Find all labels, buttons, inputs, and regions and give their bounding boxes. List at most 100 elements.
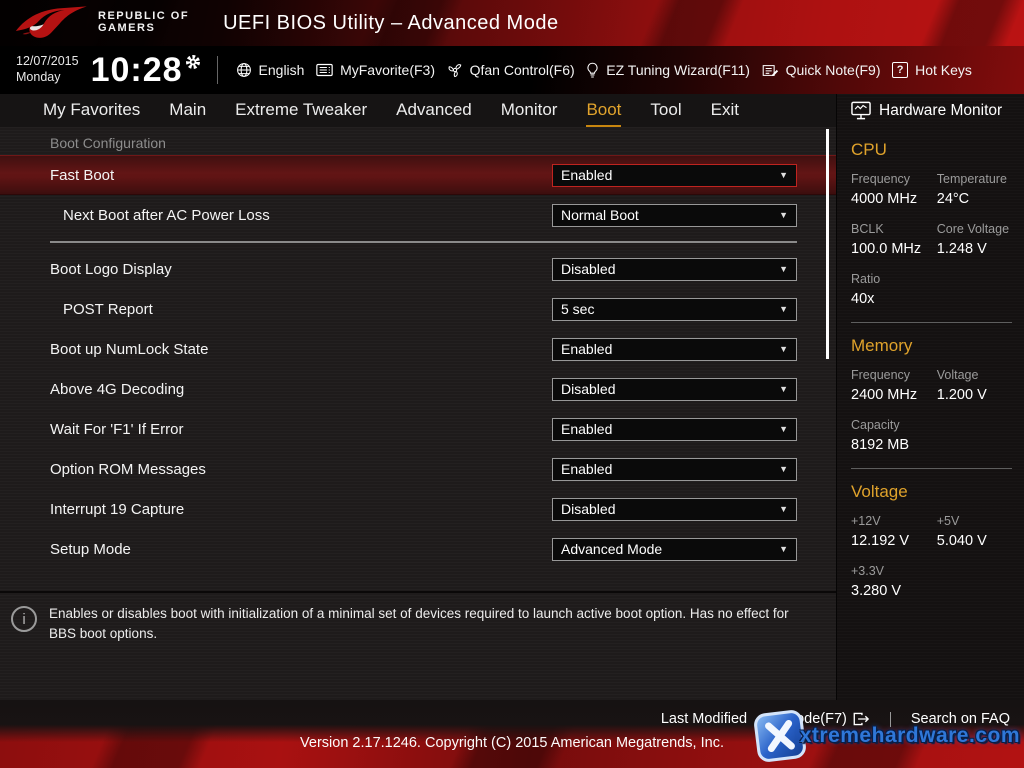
help-description-area: i Enables or disables boot with initiali… — [0, 591, 836, 655]
above-4g-decoding-select[interactable]: Disabled ▼ — [552, 378, 797, 401]
quick-note-button[interactable]: Quick Note(F9) — [762, 62, 881, 78]
page-title: UEFI BIOS Utility – Advanced Mode — [223, 12, 559, 35]
watermark-text: xtremehardware.com — [800, 724, 1020, 748]
ez-tuning-wizard-button[interactable]: EZ Tuning Wizard(F11) — [586, 62, 750, 79]
qfan-control-button[interactable]: Qfan Control(F6) — [447, 62, 575, 78]
setting-label: Fast Boot — [50, 167, 114, 184]
clock-time: 10:28 — [91, 51, 183, 89]
scrollbar-thumb[interactable] — [826, 129, 829, 359]
settings-panel: Boot Configuration Fast Boot Enabled ▼ N… — [0, 127, 836, 700]
sidebar-separator — [851, 468, 1012, 469]
setting-label: Option ROM Messages — [50, 461, 206, 478]
post-report-select[interactable]: 5 sec ▼ — [552, 298, 797, 321]
chevron-down-icon: ▼ — [779, 464, 788, 474]
footer: Last Modified EzMode(F7) Search on FAQ V… — [0, 700, 1024, 768]
setting-row-interrupt-19-capture[interactable]: Interrupt 19 Capture Disabled ▼ — [0, 489, 836, 529]
watermark: xtremehardware.com — [752, 708, 1020, 764]
voltage-5v: +5V 5.040 V — [937, 514, 1012, 549]
hardware-monitor-header: Hardware Monitor — [851, 94, 1012, 127]
select-value: Normal Boot — [561, 207, 639, 223]
date-display[interactable]: 12/07/2015 Monday — [16, 54, 79, 85]
setting-label: Boot Logo Display — [50, 261, 172, 278]
favorites-list-icon — [316, 63, 333, 77]
time-display[interactable]: 10:28 — [91, 51, 201, 89]
memory-section-title: Memory — [851, 336, 1012, 356]
setting-row-next-boot-after-ac-power-loss[interactable]: Next Boot after AC Power Loss Normal Boo… — [0, 195, 836, 235]
voltage-section-title: Voltage — [851, 482, 1012, 502]
chevron-down-icon: ▼ — [779, 264, 788, 274]
tab-monitor[interactable]: Monitor — [501, 100, 558, 127]
voltage-12v: +12V 12.192 V — [851, 514, 931, 549]
language-button[interactable]: English — [236, 62, 305, 78]
my-favorite-button[interactable]: MyFavorite(F3) — [316, 62, 435, 78]
setting-label: Setup Mode — [50, 541, 131, 558]
hot-keys-button[interactable]: ? Hot Keys — [892, 62, 972, 78]
tab-exit[interactable]: Exit — [711, 100, 739, 127]
setting-label: POST Report — [50, 301, 153, 318]
select-value: Disabled — [561, 381, 615, 397]
select-value: Advanced Mode — [561, 541, 662, 557]
setting-row-wait-for-f1-if-error[interactable]: Wait For 'F1' If Error Enabled ▼ — [0, 409, 836, 449]
wait-for-f1-if-error-select[interactable]: Enabled ▼ — [552, 418, 797, 441]
chevron-down-icon: ▼ — [779, 210, 788, 220]
interrupt-19-capture-select[interactable]: Disabled ▼ — [552, 498, 797, 521]
tab-tool[interactable]: Tool — [650, 100, 681, 127]
chevron-down-icon: ▼ — [779, 304, 788, 314]
chevron-down-icon: ▼ — [779, 544, 788, 554]
fan-icon — [447, 62, 463, 78]
tab-advanced[interactable]: Advanced — [396, 100, 472, 127]
select-value: Disabled — [561, 501, 615, 517]
setting-row-fast-boot[interactable]: Fast Boot Enabled ▼ — [0, 155, 836, 195]
cpu-frequency: Frequency 4000 MHz — [851, 172, 931, 207]
memory-voltage: Voltage 1.200 V — [937, 368, 1012, 403]
boot-up-numlock-state-select[interactable]: Enabled ▼ — [552, 338, 797, 361]
chevron-down-icon: ▼ — [779, 424, 788, 434]
chevron-down-icon: ▼ — [779, 170, 788, 180]
tab-extreme-tweaker[interactable]: Extreme Tweaker — [235, 100, 367, 127]
setting-row-option-rom-messages[interactable]: Option ROM Messages Enabled ▼ — [0, 449, 836, 489]
tab-boot[interactable]: Boot — [586, 100, 621, 127]
toolbar-divider — [217, 56, 218, 84]
cpu-section-title: CPU — [851, 140, 1012, 160]
select-value: 5 sec — [561, 301, 594, 317]
cpu-bclk: BCLK 100.0 MHz — [851, 222, 931, 257]
gear-icon[interactable] — [185, 54, 201, 70]
fast-boot-select[interactable]: Enabled ▼ — [552, 164, 797, 187]
setting-row-above-4g-decoding[interactable]: Above 4G Decoding Disabled ▼ — [0, 369, 836, 409]
toolbar-items: English MyFavorite(F3) Qfan Control(F6) — [236, 62, 1024, 79]
tab-main[interactable]: Main — [169, 100, 206, 127]
info-icon: i — [11, 606, 37, 632]
voltage-3v3: +3.3V 3.280 V — [851, 564, 931, 599]
select-value: Enabled — [561, 341, 612, 357]
voltage-metrics: +12V 12.192 V +5V 5.040 V +3.3V 3.280 V — [851, 514, 1012, 599]
hardware-monitor-sidebar: Hardware Monitor CPU Frequency 4000 MHz … — [836, 94, 1024, 700]
hardware-monitor-title: Hardware Monitor — [879, 102, 1002, 120]
setting-label: Boot up NumLock State — [50, 341, 208, 358]
monitor-icon — [851, 101, 871, 120]
option-rom-messages-select[interactable]: Enabled ▼ — [552, 458, 797, 481]
separator — [0, 235, 836, 249]
memory-capacity: Capacity 8192 MB — [851, 418, 931, 453]
tab-my-favorites[interactable]: My Favorites — [43, 100, 140, 127]
note-pencil-icon — [762, 63, 779, 78]
last-modified-button[interactable]: Last Modified — [661, 711, 747, 727]
select-value: Enabled — [561, 461, 612, 477]
select-value: Enabled — [561, 167, 612, 183]
sidebar-separator — [851, 322, 1012, 323]
next-boot-after-ac-power-loss-select[interactable]: Normal Boot ▼ — [552, 204, 797, 227]
setup-mode-select[interactable]: Advanced Mode ▼ — [552, 538, 797, 561]
help-description-text: Enables or disables boot with initializa… — [49, 604, 812, 645]
lightbulb-icon — [586, 62, 599, 79]
brand-text: REPUBLIC OF GAMERS — [98, 11, 189, 34]
memory-metrics: Frequency 2400 MHz Voltage 1.200 V Capac… — [851, 368, 1012, 453]
content-area: My Favorites Main Extreme Tweaker Advanc… — [0, 94, 1024, 700]
select-value: Enabled — [561, 421, 612, 437]
cpu-metrics: Frequency 4000 MHz Temperature 24°C BCLK… — [851, 172, 1012, 307]
setting-row-post-report[interactable]: POST Report 5 sec ▼ — [0, 289, 836, 329]
boot-logo-display-select[interactable]: Disabled ▼ — [552, 258, 797, 281]
setting-label: Above 4G Decoding — [50, 381, 184, 398]
setting-row-boot-logo-display[interactable]: Boot Logo Display Disabled ▼ — [0, 249, 836, 289]
setting-label: Interrupt 19 Capture — [50, 501, 184, 518]
setting-row-setup-mode[interactable]: Setup Mode Advanced Mode ▼ — [0, 529, 836, 569]
setting-row-boot-up-numlock-state[interactable]: Boot up NumLock State Enabled ▼ — [0, 329, 836, 369]
